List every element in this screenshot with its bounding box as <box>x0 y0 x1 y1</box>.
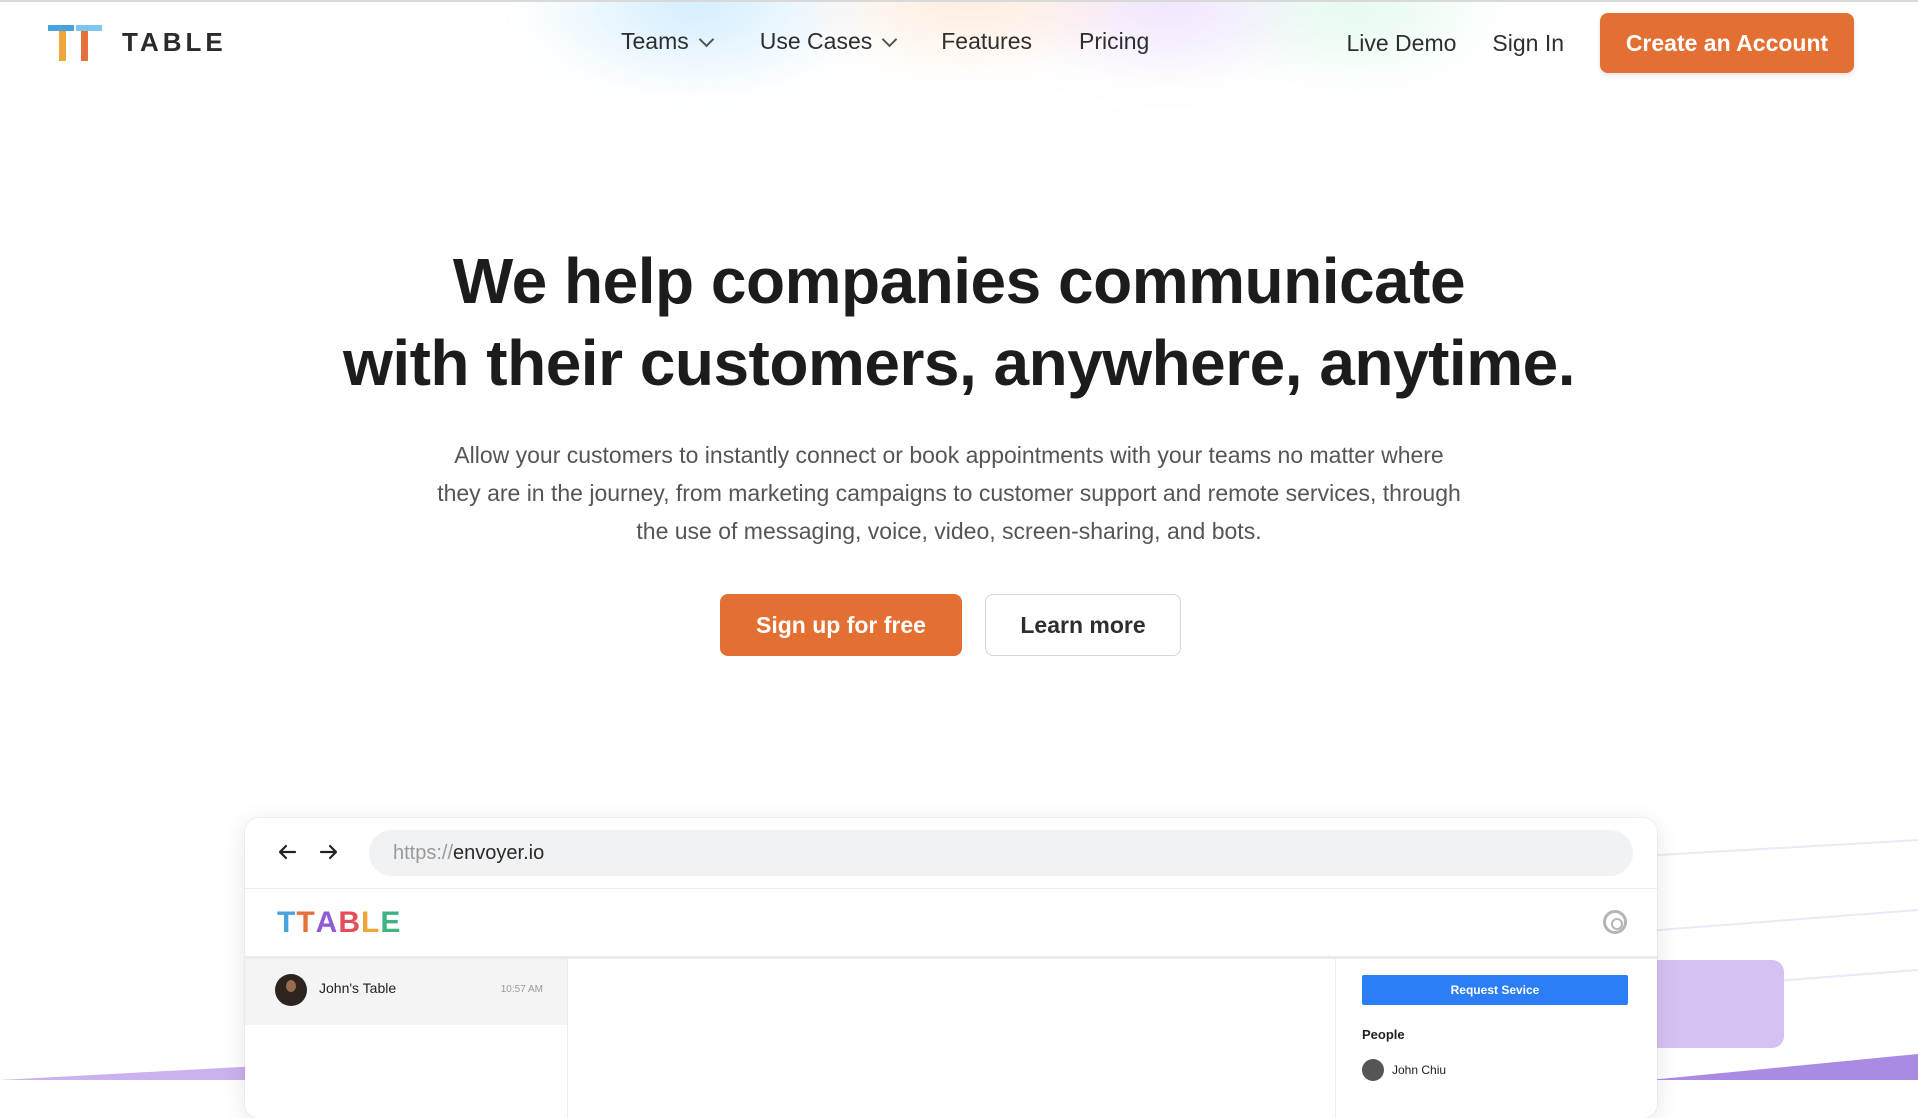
divider <box>245 888 1657 889</box>
learn-more-button[interactable]: Learn more <box>985 594 1181 656</box>
details-panel: Request Sevice People John Chiu <box>1335 959 1657 1118</box>
gear-icon[interactable] <box>1603 910 1627 934</box>
address-bar[interactable]: https:// envoyer.io <box>369 830 1633 876</box>
nav-features[interactable]: Features <box>941 28 1032 55</box>
hero-title: We help companies communicate with their… <box>0 240 1918 404</box>
hero-subtitle-line: the use of messaging, voice, video, scre… <box>636 518 1262 544</box>
main-nav: Teams Use Cases Features Pricing <box>621 28 1149 55</box>
hero-subtitle-line: Allow your customers to instantly connec… <box>454 442 1444 468</box>
avatar <box>275 974 307 1006</box>
top-border <box>0 0 1918 2</box>
conversation-list: John's Table 10:57 AM <box>245 959 568 1118</box>
hero-subtitle-line: they are in the journey, from marketing … <box>437 480 1461 506</box>
person-row[interactable]: John Chiu <box>1362 1059 1446 1081</box>
chat-timestamp: 10:57 AM <box>500 984 543 995</box>
people-heading: People <box>1362 1027 1405 1042</box>
nav-teams[interactable]: Teams <box>621 28 715 55</box>
hero-title-line: with their customers, anywhere, anytime. <box>343 327 1575 399</box>
nav-use-cases-label: Use Cases <box>759 28 873 54</box>
back-arrow-icon[interactable] <box>275 840 299 864</box>
person-name: John Chiu <box>1392 1063 1447 1077</box>
sign-up-button[interactable]: Sign up for free <box>720 594 962 656</box>
app-logo: TTABLE <box>277 906 402 939</box>
account-nav: Live Demo Sign In Create an Account <box>1346 13 1854 73</box>
hero-title-line: We help companies communicate <box>452 245 1466 317</box>
chevron-down-icon <box>881 31 898 47</box>
logo-mark-icon <box>48 22 102 62</box>
browser-nav-arrows <box>275 840 341 864</box>
forward-arrow-icon[interactable] <box>317 840 341 864</box>
list-item[interactable]: John's Table 10:57 AM <box>245 959 567 1025</box>
live-demo-link[interactable]: Live Demo <box>1346 30 1456 57</box>
sign-in-link[interactable]: Sign In <box>1492 30 1564 57</box>
logo-text: TABLE <box>122 26 227 57</box>
url-host: envoyer.io <box>453 841 545 864</box>
avatar <box>1362 1059 1384 1081</box>
decorative-card <box>1640 960 1784 1048</box>
nav-pricing[interactable]: Pricing <box>1079 28 1149 55</box>
brand-logo[interactable]: TABLE <box>48 22 227 62</box>
chat-name: John's Table <box>319 980 397 996</box>
browser-mockup: https:// envoyer.io TTABLE John's Table … <box>245 818 1657 1118</box>
hero-subtitle: Allow your customers to instantly connec… <box>380 436 1518 550</box>
nav-use-cases[interactable]: Use Cases <box>759 28 898 55</box>
create-account-button[interactable]: Create an Account <box>1600 13 1854 73</box>
chevron-down-icon <box>698 31 715 47</box>
request-service-button[interactable]: Request Sevice <box>1362 975 1628 1005</box>
url-protocol: https:// <box>393 841 454 864</box>
nav-teams-label: Teams <box>621 28 689 54</box>
